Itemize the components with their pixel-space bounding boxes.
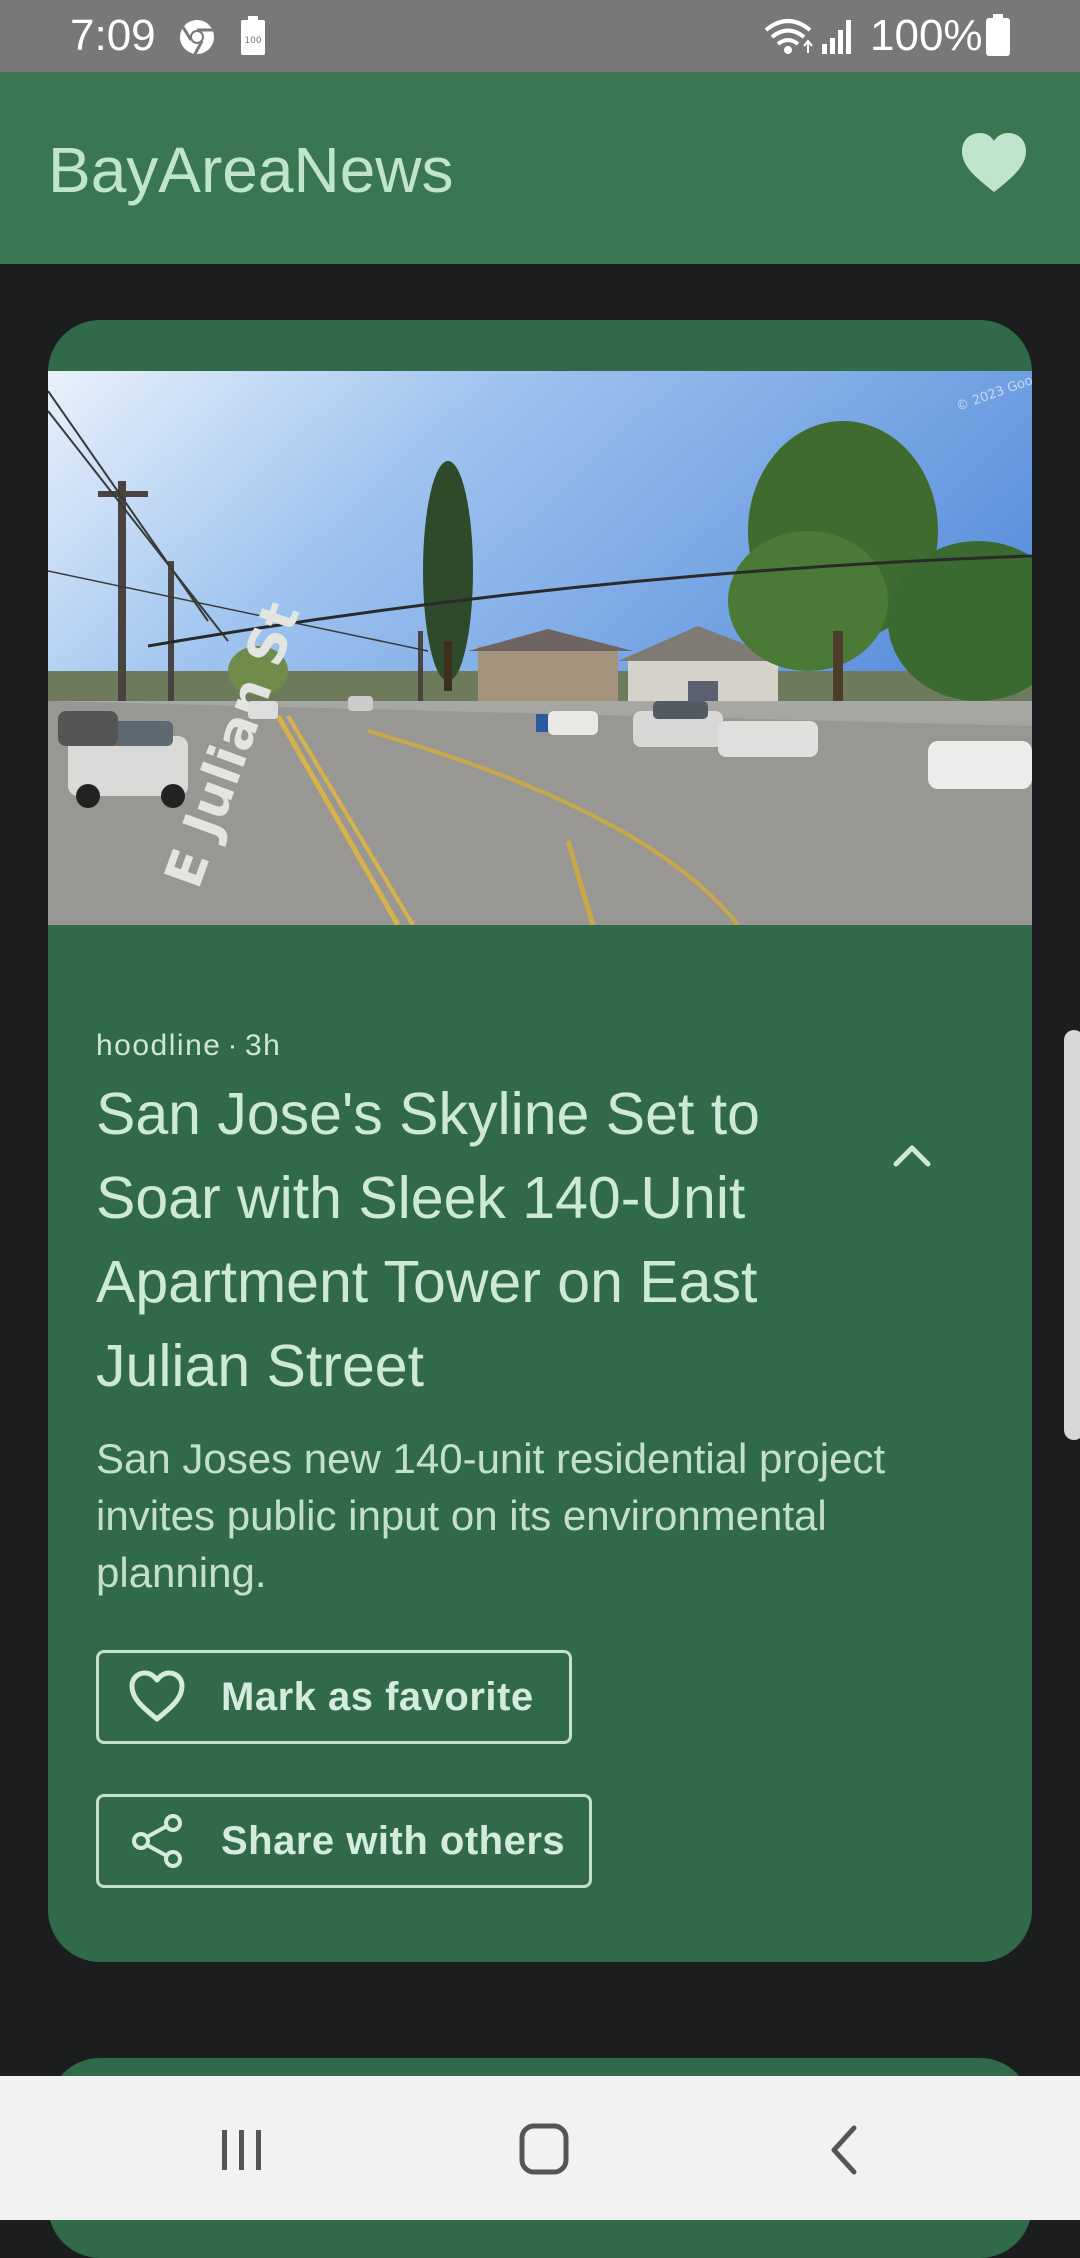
- battery-saver-icon: 100: [241, 16, 265, 55]
- scrollbar[interactable]: [1064, 1030, 1080, 1440]
- article-summary: San Joses new 140-unit residential proje…: [96, 1435, 886, 1596]
- heart-outline-icon: [129, 1670, 185, 1722]
- share-label: Share with others: [221, 1818, 566, 1863]
- favorites-heart-icon[interactable]: [960, 132, 1028, 194]
- article-age: 3h: [244, 1029, 282, 1062]
- mark-favorite-button[interactable]: Mark as favorite: [96, 1650, 572, 1744]
- mark-favorite-label: Mark as favorite: [221, 1674, 534, 1719]
- status-bar: 7:09 100 100%: [0, 0, 1080, 72]
- article-source: hoodline: [96, 1029, 222, 1062]
- home-icon[interactable]: [514, 2122, 574, 2178]
- battery-percent: 100%: [870, 11, 983, 60]
- status-time: 7:09: [70, 11, 156, 60]
- signal-icon: [822, 20, 851, 54]
- meta-separator: ·: [227, 1029, 239, 1062]
- article-meta: hoodline · 3h: [96, 1026, 281, 1066]
- chevron-up-icon[interactable]: [884, 1128, 940, 1184]
- share-button[interactable]: Share with others: [96, 1794, 592, 1888]
- battery-icon: [986, 14, 1010, 56]
- chrome-icon: [180, 20, 214, 55]
- app-bar: BayAreaNews: [0, 72, 1080, 264]
- article-image: E Julian St © 2023 Google: [48, 371, 1032, 925]
- app-title: BayAreaNews: [48, 134, 454, 206]
- back-icon[interactable]: [818, 2122, 878, 2178]
- recents-icon[interactable]: [212, 2122, 272, 2178]
- article-card[interactable]: E Julian St © 2023 Google hoodline · 3h Sa…: [48, 320, 1032, 1962]
- article-headline: San Jose's Skyline Set to Soar with Slee…: [96, 1081, 760, 1399]
- share-icon: [132, 1814, 182, 1868]
- svg-text:100: 100: [244, 36, 261, 46]
- wifi-icon: [764, 19, 813, 54]
- navigation-bar: [0, 2076, 1080, 2220]
